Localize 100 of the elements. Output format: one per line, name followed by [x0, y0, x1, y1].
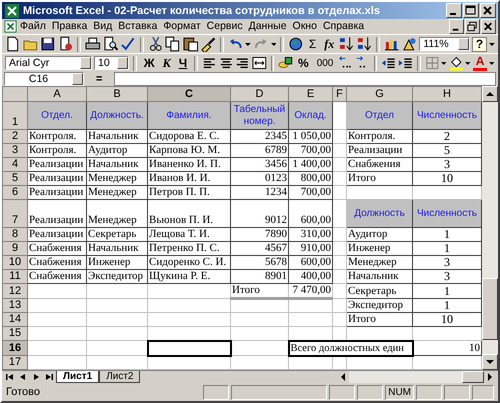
menu-item[interactable]: Окно	[290, 20, 320, 33]
bar-chart-icon[interactable]	[384, 36, 400, 52]
table-cell[interactable]: Снабжения	[346, 158, 412, 172]
table-cell[interactable]: 7890	[230, 228, 288, 242]
table-cell[interactable]: 10	[412, 312, 482, 326]
table-cell[interactable]: Аудитор	[346, 228, 412, 242]
column-heading-cell[interactable]: Должность	[346, 200, 412, 228]
table-cell[interactable]: 6789	[230, 144, 288, 158]
document-seal-icon[interactable]	[58, 36, 74, 52]
column-header[interactable]: B	[86, 86, 148, 102]
table-cell[interactable]: 5	[412, 144, 482, 158]
minimize-button[interactable]	[449, 19, 464, 34]
table-cell[interactable]: 1	[412, 228, 482, 242]
font-size-dropdown[interactable]: 10	[94, 56, 129, 70]
menu-item[interactable]: Вид	[90, 20, 116, 33]
table-cell[interactable]: 3	[412, 270, 482, 284]
italic-button[interactable]: К	[160, 54, 174, 72]
zoom-dropdown[interactable]: 111%	[419, 37, 470, 51]
table-cell[interactable]: Контроля.	[28, 144, 86, 158]
coins-icon[interactable]	[278, 55, 294, 71]
table-cell[interactable]: Контроля.	[28, 130, 86, 144]
table-cell[interactable]: Начальник	[86, 158, 148, 172]
column-header[interactable]: F	[332, 86, 346, 102]
table-cell[interactable]: Экспедитор	[346, 298, 412, 312]
table-cell[interactable]: 700,00	[288, 144, 332, 158]
table-cell[interactable]: 9012	[230, 200, 288, 228]
underline-button[interactable]: Ч	[176, 54, 190, 72]
table-cell[interactable]: Менеджер	[86, 172, 148, 186]
copy-icon[interactable]	[165, 36, 181, 52]
menu-item[interactable]: Правка	[48, 20, 90, 33]
table-cell[interactable]: 1	[412, 284, 482, 298]
table-cell[interactable]: Реализации	[28, 172, 86, 186]
menu-item[interactable]: Файл	[17, 20, 49, 33]
table-cell[interactable]: Карпова Ю. М.	[148, 144, 230, 158]
scrollbar-thumb[interactable]	[482, 278, 498, 340]
bold-button[interactable]: Ж	[140, 54, 158, 72]
table-cell[interactable]: Иваненко И. П.	[148, 158, 230, 172]
row-header[interactable]: 11	[2, 270, 28, 284]
table-cell[interactable]: Инженер	[86, 256, 148, 270]
table-cell[interactable]: 2	[412, 130, 482, 144]
maximize-button[interactable]	[463, 3, 479, 18]
table-cell[interactable]: Менеджер	[86, 186, 148, 200]
selected-cell[interactable]	[148, 340, 230, 356]
table-cell[interactable]: Лещова Т. И.	[148, 228, 230, 242]
table-cell[interactable]: 10	[412, 340, 482, 356]
table-cell[interactable]: Реализации	[28, 200, 86, 228]
first-sheet-button[interactable]	[4, 371, 16, 383]
fill-bucket-icon[interactable]	[448, 55, 464, 71]
table-cell[interactable]: Итого	[346, 312, 412, 326]
table-cell[interactable]: 3	[412, 256, 482, 270]
table-cell[interactable]: 600,00	[288, 200, 332, 228]
select-all-button[interactable]	[2, 86, 28, 102]
column-heading-cell[interactable]: Табельный номер.	[230, 102, 288, 130]
table-cell[interactable]: Начальник	[86, 242, 148, 256]
document-icon[interactable]	[5, 36, 21, 52]
column-heading-cell[interactable]: Оклад.	[288, 102, 332, 130]
row-header[interactable]: 2	[2, 130, 28, 144]
table-cell[interactable]: 10	[412, 172, 482, 186]
globe-icon[interactable]	[288, 36, 304, 52]
table-cell[interactable]: Сидоренко С. И.	[148, 256, 230, 270]
menu-item[interactable]: Данные	[246, 20, 290, 33]
row-header[interactable]: 15	[2, 326, 28, 340]
row-header[interactable]: 17	[2, 356, 28, 370]
table-cell[interactable]: 2345	[230, 130, 288, 144]
checkmark-icon[interactable]	[120, 36, 136, 52]
table-cell[interactable]: Снабжения	[28, 270, 86, 284]
table-cell[interactable]: Начальник	[86, 130, 148, 144]
brush-icon[interactable]	[200, 36, 216, 52]
table-cell[interactable]: Щукина Р. Е.	[148, 270, 230, 284]
table-cell[interactable]: 800,00	[288, 172, 332, 186]
table-cell[interactable]: 400,00	[288, 270, 332, 284]
formula-input[interactable]	[114, 72, 496, 86]
scissors-icon[interactable]	[148, 36, 164, 52]
restore-button[interactable]	[465, 19, 480, 34]
row-header[interactable]: 14	[2, 312, 28, 326]
column-heading-cell[interactable]: Численность	[412, 102, 482, 130]
table-cell[interactable]: 3456	[230, 158, 288, 172]
table-cell[interactable]: Реализации	[346, 144, 412, 158]
percent-button[interactable]: %	[295, 54, 312, 72]
table-cell[interactable]: 1 050,00	[288, 130, 332, 144]
row-header[interactable]: 10	[2, 256, 28, 270]
table-cell[interactable]: 600,00	[288, 256, 332, 270]
merge-center-icon[interactable]	[252, 55, 267, 71]
table-cell[interactable]: Всего должностных един	[288, 340, 412, 356]
row-header[interactable]: 13	[2, 298, 28, 312]
close-button[interactable]	[481, 19, 496, 34]
row-header[interactable]: 3	[2, 144, 28, 158]
table-cell[interactable]: Реализации	[28, 228, 86, 242]
column-heading-cell[interactable]: Отдел.	[28, 102, 86, 130]
row-header[interactable]: 1	[2, 102, 28, 130]
table-cell[interactable]: 4567	[230, 242, 288, 256]
scrollbar-thumb[interactable]	[462, 371, 484, 383]
table-cell[interactable]: Петров П. П.	[148, 186, 230, 200]
row-header[interactable]: 4	[2, 158, 28, 172]
menu-item[interactable]: Сервис	[204, 20, 246, 33]
table-cell[interactable]: 310,00	[288, 228, 332, 242]
table-cell[interactable]: Итого	[230, 284, 288, 298]
table-cell[interactable]: Секретарь	[86, 228, 148, 242]
table-cell[interactable]: 1	[412, 242, 482, 256]
row-header[interactable]: 16	[2, 340, 28, 356]
